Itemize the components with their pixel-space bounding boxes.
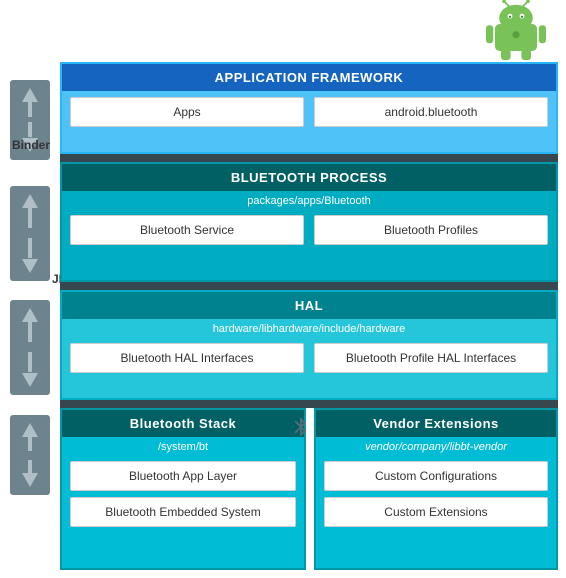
bt-stack-section: Bluetooth Stack /system/bt Bluetooth App… bbox=[60, 408, 306, 570]
binder-label: Binder bbox=[12, 138, 50, 152]
hal-profile-interfaces-box: Bluetooth Profile HAL Interfaces bbox=[314, 343, 548, 373]
hal-subpath: hardware/libhardware/include/hardware bbox=[62, 319, 556, 337]
jni-arrows bbox=[8, 186, 52, 281]
bt-process-subpath: packages/apps/Bluetooth bbox=[62, 191, 556, 209]
bt-icon bbox=[290, 416, 312, 438]
bt-stack-header: Bluetooth Stack bbox=[62, 410, 304, 437]
appfw-header: APPLICATION FRAMEWORK bbox=[62, 64, 556, 91]
bt-stack-boxes: Bluetooth App Layer Bluetooth Embedded S… bbox=[62, 455, 304, 533]
connector-binder bbox=[60, 154, 558, 162]
custom-configs-box: Custom Configurations bbox=[324, 461, 548, 491]
android-bluetooth-box: android.bluetooth bbox=[314, 97, 548, 127]
hal-arrows bbox=[8, 300, 52, 395]
bt-embedded-box: Bluetooth Embedded System bbox=[70, 497, 296, 527]
bt-profiles-box: Bluetooth Profiles bbox=[314, 215, 548, 245]
apps-box: Apps bbox=[70, 97, 304, 127]
vendor-ext-header: Vendor Extensions bbox=[316, 410, 556, 437]
hal-section: HAL hardware/libhardware/include/hardwar… bbox=[60, 290, 558, 400]
bt-service-box: Bluetooth Service bbox=[70, 215, 304, 245]
appfw-section: APPLICATION FRAMEWORK Apps android.bluet… bbox=[60, 62, 558, 154]
vendor-ext-boxes: Custom Configurations Custom Extensions bbox=[316, 455, 556, 533]
android-logo bbox=[486, 0, 546, 60]
hal-boxes: Bluetooth HAL Interfaces Bluetooth Profi… bbox=[62, 337, 556, 379]
connector-jni bbox=[60, 282, 558, 290]
appfw-boxes: Apps android.bluetooth bbox=[62, 91, 556, 133]
diagram-wrapper: Binder JNI APPLICATION FRAMEWORK Apps an… bbox=[0, 0, 566, 578]
vendor-ext-subpath: vendor/company/libbt-vendor bbox=[316, 437, 556, 455]
bt-process-header: BLUETOOTH PROCESS bbox=[62, 164, 556, 191]
hal-interfaces-box: Bluetooth HAL Interfaces bbox=[70, 343, 304, 373]
bt-app-layer-box: Bluetooth App Layer bbox=[70, 461, 296, 491]
bt-process-section: BLUETOOTH PROCESS packages/apps/Bluetoot… bbox=[60, 162, 558, 282]
hal-header: HAL bbox=[62, 292, 556, 319]
vendor-ext-section: Vendor Extensions vendor/company/libbt-v… bbox=[314, 408, 558, 570]
bottom-arrows bbox=[8, 415, 52, 495]
bt-process-boxes: Bluetooth Service Bluetooth Profiles bbox=[62, 209, 556, 251]
connector-hal bbox=[60, 400, 558, 408]
custom-extensions-box: Custom Extensions bbox=[324, 497, 548, 527]
bt-stack-subpath: /system/bt bbox=[62, 437, 304, 455]
